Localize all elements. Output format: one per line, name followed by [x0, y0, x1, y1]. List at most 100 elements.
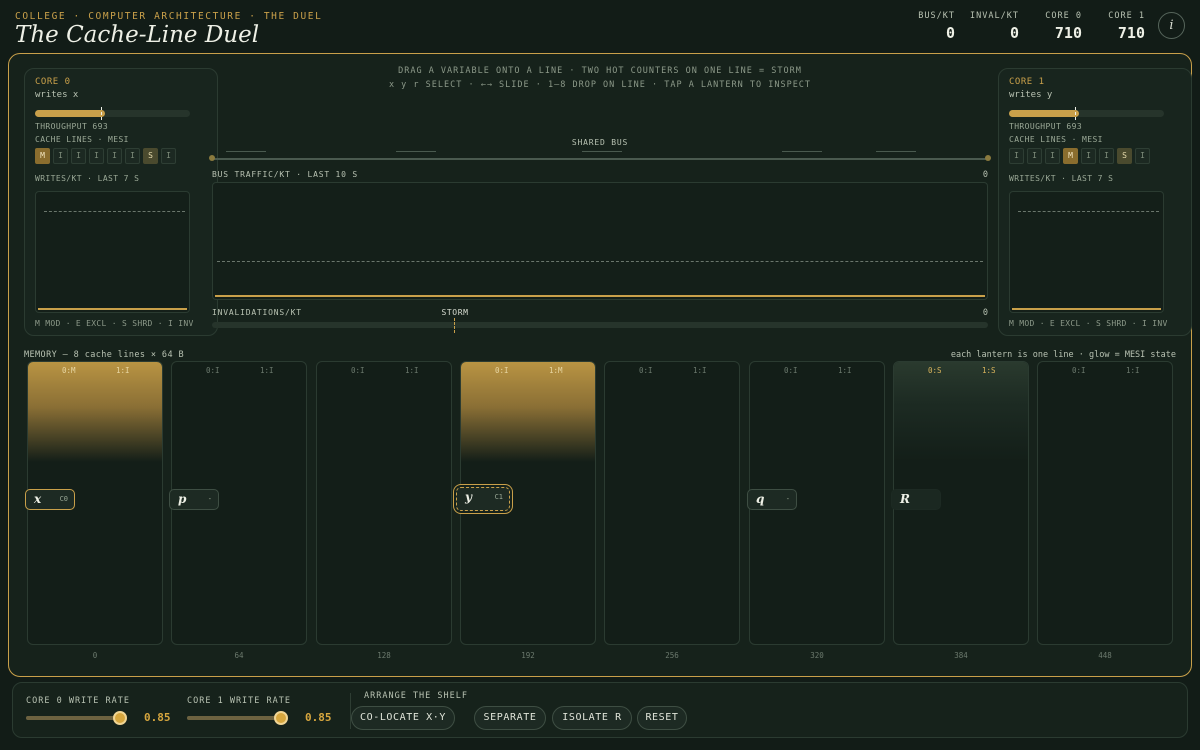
- mesi-cell: I: [1027, 148, 1042, 164]
- bus-traffic-value: 0: [982, 170, 988, 180]
- line-offset: 256: [665, 651, 679, 660]
- stat-bus-kt: BUS/KT 0: [905, 11, 955, 42]
- cache-lines-label: CACHE LINES · MESI: [35, 135, 129, 144]
- core1-state: 1:I: [693, 366, 707, 375]
- info-icon[interactable]: i: [1158, 12, 1185, 39]
- core0-state: 0:I: [639, 366, 653, 375]
- variable-chip-y[interactable]: y C1: [456, 487, 510, 511]
- throughput-marker: [1075, 107, 1076, 120]
- throughput-bar-fill: [1009, 110, 1079, 117]
- slider-thumb[interactable]: [274, 711, 288, 725]
- variable-chip-p[interactable]: p-: [169, 489, 219, 510]
- slider-fill: [187, 716, 281, 720]
- stat-value: 710: [1117, 24, 1145, 42]
- header: COLLEGE · COMPUTER ARCHITECTURE · THE DU…: [0, 0, 1200, 52]
- bus-arrow: [876, 151, 916, 152]
- mesi-cell: I: [89, 148, 104, 164]
- core0-rate-label: CORE 0 WRITE RATE: [26, 696, 130, 706]
- mesi-cell: S: [1117, 148, 1132, 164]
- reset-button[interactable]: RESET: [637, 706, 687, 730]
- variable-owner: C0: [59, 495, 68, 503]
- cache-line-lantern[interactable]: 0:I 1:I: [316, 361, 452, 645]
- breadcrumb: COLLEGE · COMPUTER ARCHITECTURE · THE DU…: [15, 11, 323, 22]
- variable-name: R: [900, 492, 910, 506]
- core-subtitle: writes x: [35, 90, 79, 100]
- line-offset: 0: [92, 651, 98, 660]
- slider-thumb[interactable]: [113, 711, 127, 725]
- variable-chip-x[interactable]: x C0: [25, 489, 75, 510]
- variable-owner: -: [207, 495, 212, 503]
- co-locate-button[interactable]: CO-LOCATE X·Y: [351, 706, 455, 730]
- core1-state: 1:I: [260, 366, 274, 375]
- isolate-r-button[interactable]: ISOLATE R: [552, 706, 632, 730]
- bus-arrow: [396, 151, 436, 152]
- bus-traffic-label: BUS TRAFFIC/KT · LAST 10 S: [212, 170, 359, 179]
- threshold-line: [217, 261, 983, 262]
- mesi-cell: I: [107, 148, 122, 164]
- bus-arrow: [226, 151, 266, 152]
- core0-state: 0:I: [351, 366, 365, 375]
- core1-rate-slider[interactable]: [187, 711, 288, 725]
- variable-name: q: [756, 492, 765, 506]
- instructions-line: x y r SELECT · ←→ SLIDE · 1–8 DROP ON LI…: [388, 80, 812, 90]
- bus-endpoint: [985, 155, 991, 161]
- writes-label: WRITES/KT · LAST 7 S: [35, 174, 140, 183]
- divider: [350, 693, 351, 729]
- line-offset: 128: [377, 651, 391, 660]
- core1-state: 1:I: [405, 366, 419, 375]
- mesi-cell: I: [1099, 148, 1114, 164]
- core-subtitle: writes y: [1009, 90, 1053, 100]
- mesi-row: MIIIIISI: [35, 148, 207, 164]
- throughput-marker: [101, 107, 102, 120]
- core-title: CORE 0: [35, 77, 71, 87]
- mesi-legend: M MOD · E EXCL · S SHRD · I INV: [35, 319, 194, 328]
- mesi-cell: S: [143, 148, 158, 164]
- core1-rate-label: CORE 1 WRITE RATE: [187, 696, 291, 706]
- stat-value: 0: [945, 24, 955, 42]
- stat-core1: CORE 1 710: [1093, 11, 1145, 42]
- mesi-cell: I: [1081, 148, 1096, 164]
- separate-button[interactable]: SEPARATE: [474, 706, 546, 730]
- variable-owner: -: [785, 495, 790, 503]
- stat-value: 0: [1009, 24, 1019, 42]
- shared-bus-line: [212, 158, 988, 160]
- invalidations-value: 0: [982, 308, 988, 318]
- mesi-cell: I: [53, 148, 68, 164]
- mesi-legend: M MOD · E EXCL · S SHRD · I INV: [1009, 319, 1168, 328]
- instructions: DRAG A VARIABLE ONTO A LINE · TWO HOT CO…: [300, 64, 900, 92]
- mesi-cell: I: [125, 148, 140, 164]
- mesi-glow: [461, 362, 595, 462]
- variable-chip-r[interactable]: R: [891, 489, 941, 510]
- line-offset: 448: [1098, 651, 1112, 660]
- throughput-bar: [1009, 107, 1164, 120]
- stat-label: BUS/KT: [918, 11, 955, 21]
- line-offset: 320: [810, 651, 824, 660]
- core0-state: 0:I: [495, 366, 509, 375]
- mesi-row: IIIMIISI: [1009, 148, 1181, 164]
- page-title: The Cache-Line Duel: [15, 22, 260, 48]
- bus-endpoint: [209, 155, 215, 161]
- core0-rate-slider[interactable]: [26, 711, 127, 725]
- bus-arrow: [582, 151, 622, 152]
- invalidations-bar: [212, 322, 988, 328]
- cache-line-lantern[interactable]: 0:I 1:I: [1037, 361, 1173, 645]
- cache-lines-label: CACHE LINES · MESI: [1009, 135, 1103, 144]
- stat-label: CORE 1: [1108, 11, 1145, 21]
- throughput-label: THROUGHPUT 693: [35, 122, 109, 131]
- variable-name: x: [34, 492, 42, 506]
- variable-owner: C1: [494, 493, 503, 501]
- invalidations-label: INVALIDATIONS/KT: [212, 308, 302, 317]
- cache-line-lantern[interactable]: 0:I 1:I: [604, 361, 740, 645]
- core-1-panel: CORE 1 writes y THROUGHPUT 693 CACHE LIN…: [998, 68, 1192, 336]
- throughput-label: THROUGHPUT 693: [1009, 122, 1083, 131]
- threshold-line: [44, 211, 185, 212]
- shared-bus-label: SHARED BUS: [571, 138, 629, 147]
- memory-caption: MEMORY — 8 cache lines × 64 B: [24, 350, 185, 360]
- throughput-bar: [35, 107, 190, 120]
- controls-bar: CORE 0 WRITE RATE 0.85 CORE 1 WRITE RATE…: [12, 682, 1188, 738]
- variable-chip-q[interactable]: q-: [747, 489, 797, 510]
- writes-label: WRITES/KT · LAST 7 S: [1009, 174, 1114, 183]
- stat-inval-kt: INVAL/KT 0: [965, 11, 1019, 42]
- core1-rate-value: 0.85: [305, 711, 332, 724]
- writes-sparkline: [35, 191, 190, 313]
